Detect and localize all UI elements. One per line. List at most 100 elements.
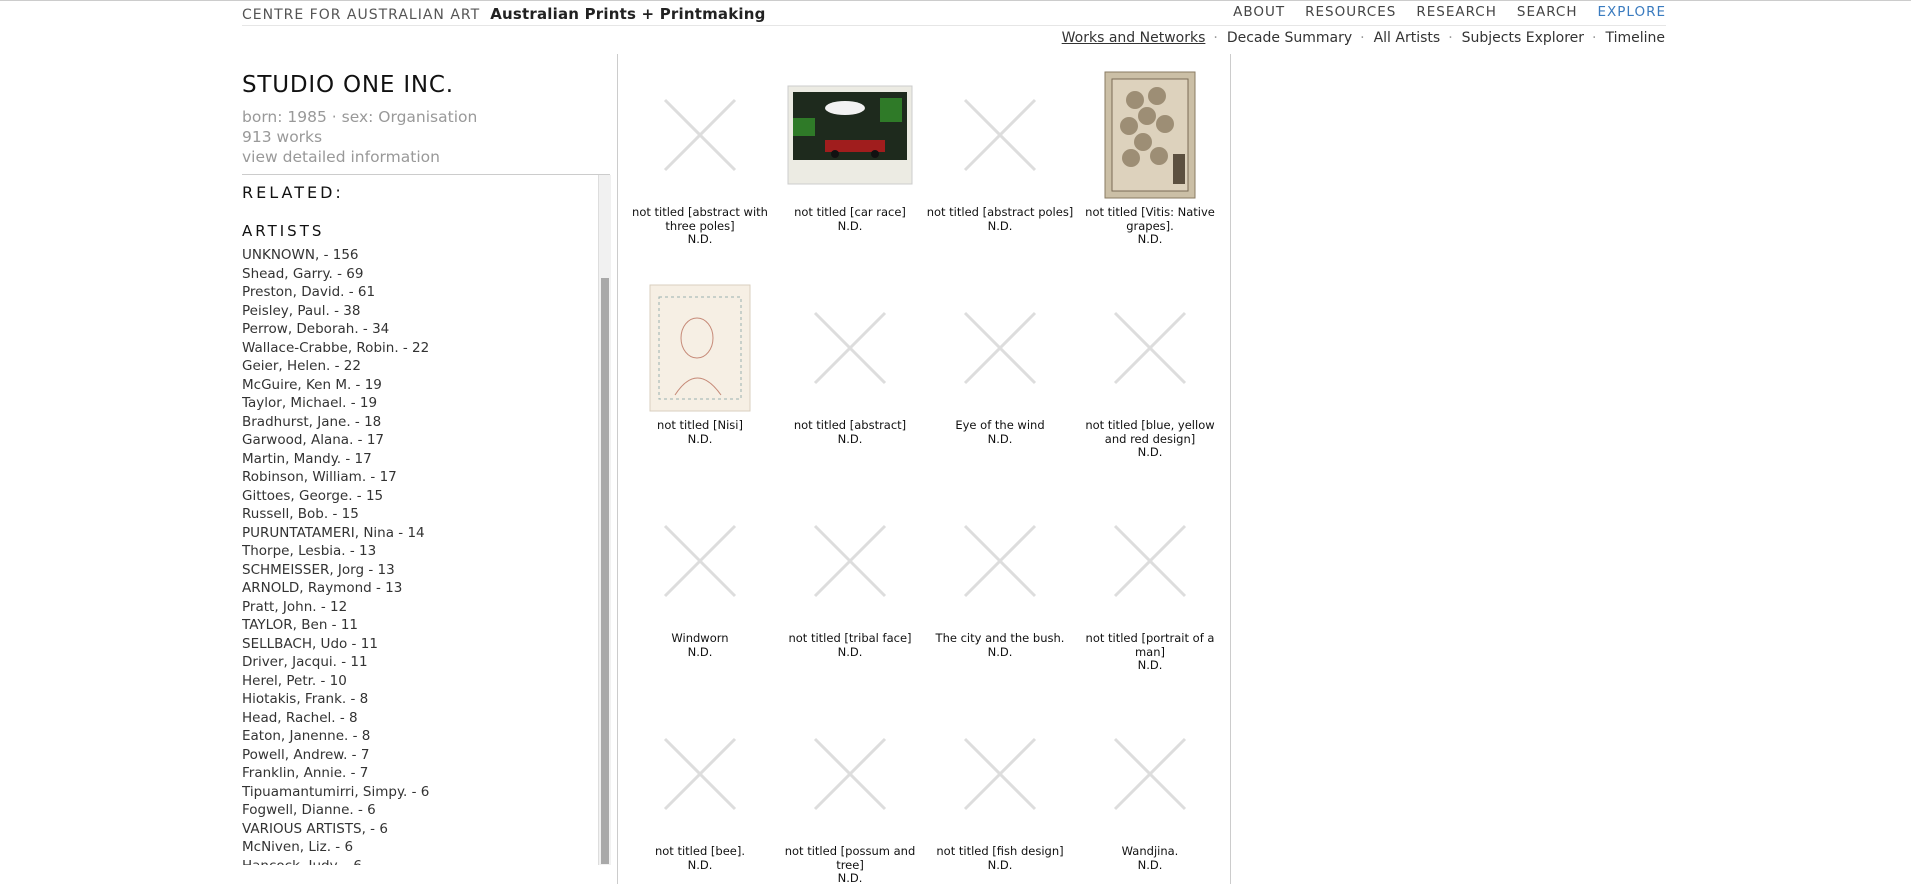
related-artist-item[interactable]: VARIOUS ARTISTS, - 6	[242, 820, 429, 839]
related-artist-item[interactable]: Thorpe, Lesbia. - 13	[242, 542, 429, 561]
related-artist-item[interactable]: Garwood, Alana. - 17	[242, 431, 429, 450]
related-artist-item[interactable]: TAYLOR, Ben - 11	[242, 616, 429, 635]
related-artist-item[interactable]: Franklin, Annie. - 7	[242, 764, 429, 783]
scrollbar-thumb[interactable]	[601, 278, 609, 864]
related-artist-item[interactable]: Tipuamantumirri, Simpy. - 6	[242, 783, 429, 802]
scrollbar-track-upper[interactable]	[601, 175, 609, 278]
work-title[interactable]: Windworn	[625, 631, 775, 646]
related-artist-item[interactable]: Hancock, Judy. - 6	[242, 857, 429, 866]
related-artist-item[interactable]: Eaton, Janenne. - 8	[242, 727, 429, 746]
top-nav-explore[interactable]: EXPLORE	[1598, 4, 1667, 20]
related-panel[interactable]: RELATED: ARTISTS UNKNOWN, - 156 Shead, Ga…	[242, 175, 598, 865]
work-thumbnail[interactable]	[785, 70, 915, 200]
related-artist-item[interactable]: Fogwell, Dianne. - 6	[242, 801, 429, 820]
work-title[interactable]: not titled [Nisi]	[625, 418, 775, 433]
work-card[interactable]: not titled [portrait of a man] N.D.	[1075, 496, 1225, 673]
related-artist-item[interactable]: Driver, Jacqui. - 11	[242, 653, 429, 672]
related-artist-item[interactable]: ARNOLD, Raymond - 13	[242, 579, 429, 598]
related-artist-item[interactable]: Taylor, Michael. - 19	[242, 394, 429, 413]
work-thumbnail[interactable]	[935, 496, 1065, 626]
work-title[interactable]: not titled [abstract poles]	[925, 205, 1075, 220]
subnav-all-artists[interactable]: All Artists	[1374, 30, 1441, 46]
work-thumbnail[interactable]	[935, 709, 1065, 839]
top-nav-search[interactable]: SEARCH	[1517, 4, 1578, 20]
related-scrollbar[interactable]	[598, 175, 611, 865]
work-thumbnail[interactable]	[1085, 496, 1215, 626]
work-date: N.D.	[837, 431, 863, 446]
work-thumbnail[interactable]	[935, 70, 1065, 200]
related-artist-item[interactable]: Preston, David. - 61	[242, 283, 429, 302]
work-card[interactable]: not titled [blue, yellow and red design]…	[1075, 283, 1225, 460]
work-date: N.D.	[1137, 857, 1163, 872]
work-thumbnail[interactable]	[635, 70, 765, 200]
work-card[interactable]: not titled [car race] N.D.	[775, 70, 925, 233]
work-card[interactable]: not titled [Nisi] N.D.	[625, 283, 775, 446]
view-details-link[interactable]: view detailed information	[242, 147, 477, 167]
subnav-timeline[interactable]: Timeline	[1605, 30, 1665, 46]
related-artist-item[interactable]: Pratt, John. - 12	[242, 598, 429, 617]
related-artist-item[interactable]: Wallace-Crabbe, Robin. - 22	[242, 339, 429, 358]
work-title[interactable]: not titled [abstract]	[775, 418, 925, 433]
work-title[interactable]: Eye of the wind	[925, 418, 1075, 433]
work-card[interactable]: not titled [Vitis: Native grapes]. N.D.	[1075, 70, 1225, 247]
top-nav-research[interactable]: RESEARCH	[1416, 4, 1497, 20]
work-card[interactable]: not titled [possum and tree] N.D.	[775, 709, 925, 886]
work-thumbnail[interactable]	[1085, 283, 1215, 413]
related-artist-item[interactable]: Perrow, Deborah. - 34	[242, 320, 429, 339]
related-artist-item[interactable]: Gittoes, George. - 15	[242, 487, 429, 506]
top-nav-resources[interactable]: RESOURCES	[1305, 4, 1396, 20]
work-thumbnail[interactable]	[635, 283, 765, 413]
work-thumbnail[interactable]	[1085, 70, 1215, 200]
work-card[interactable]: not titled [abstract] N.D.	[775, 283, 925, 446]
work-title[interactable]: not titled [tribal face]	[775, 631, 925, 646]
work-title[interactable]: not titled [possum and tree]	[775, 844, 925, 872]
top-nav-about[interactable]: ABOUT	[1233, 4, 1285, 20]
work-thumbnail[interactable]	[635, 496, 765, 626]
work-thumbnail[interactable]	[785, 709, 915, 839]
work-card[interactable]: Windworn N.D.	[625, 496, 775, 659]
work-card[interactable]: not titled [abstract with three poles] N.…	[625, 70, 775, 247]
related-artist-item[interactable]: Peisley, Paul. - 38	[242, 302, 429, 321]
work-card[interactable]: not titled [bee]. N.D.	[625, 709, 775, 872]
related-artist-item[interactable]: SELLBACH, Udo - 11	[242, 635, 429, 654]
related-artist-item[interactable]: Robinson, William. - 17	[242, 468, 429, 487]
work-title[interactable]: not titled [abstract with three poles]	[625, 205, 775, 233]
related-artist-item[interactable]: Herel, Petr. - 10	[242, 672, 429, 691]
work-thumbnail[interactable]	[935, 283, 1065, 413]
related-artist-item[interactable]: McGuire, Ken M. - 19	[242, 376, 429, 395]
work-card[interactable]: The city and the bush. N.D.	[925, 496, 1075, 659]
site-brand[interactable]: CENTRE FOR AUSTRALIAN ART Australian Prin…	[242, 4, 766, 23]
related-artist-item[interactable]: Bradhurst, Jane. - 18	[242, 413, 429, 432]
related-artist-item[interactable]: UNKNOWN, - 156	[242, 246, 429, 265]
subnav-works-and-networks[interactable]: Works and Networks	[1062, 30, 1206, 46]
related-artist-item[interactable]: Powell, Andrew. - 7	[242, 746, 429, 765]
work-title[interactable]: not titled [fish design]	[925, 844, 1075, 859]
subnav-decade-summary[interactable]: Decade Summary	[1227, 30, 1352, 46]
work-title[interactable]: The city and the bush.	[925, 631, 1075, 646]
work-title[interactable]: not titled [Vitis: Native grapes].	[1075, 205, 1225, 233]
related-artist-item[interactable]: Head, Rachel. - 8	[242, 709, 429, 728]
work-title[interactable]: not titled [car race]	[775, 205, 925, 220]
work-thumbnail[interactable]	[1085, 709, 1215, 839]
work-card[interactable]: Eye of the wind N.D.	[925, 283, 1075, 446]
work-thumbnail[interactable]	[785, 496, 915, 626]
work-card[interactable]: not titled [tribal face] N.D.	[775, 496, 925, 659]
work-thumbnail[interactable]	[635, 709, 765, 839]
related-artist-item[interactable]: Geier, Helen. - 22	[242, 357, 429, 376]
related-artist-item[interactable]: McNiven, Liz. - 6	[242, 838, 429, 857]
related-artist-item[interactable]: Russell, Bob. - 15	[242, 505, 429, 524]
related-artist-item[interactable]: Martin, Mandy. - 17	[242, 450, 429, 469]
related-artist-item[interactable]: Hiotakis, Frank. - 8	[242, 690, 429, 709]
related-artist-item[interactable]: Shead, Garry. - 69	[242, 265, 429, 284]
related-artist-item[interactable]: SCHMEISSER, Jorg - 13	[242, 561, 429, 580]
related-artist-item[interactable]: PURUNTATAMERI, Nina - 14	[242, 524, 429, 543]
work-title[interactable]: Wandjina.	[1075, 844, 1225, 859]
work-title[interactable]: not titled [bee].	[625, 844, 775, 859]
work-thumbnail[interactable]	[785, 283, 915, 413]
work-title[interactable]: not titled [portrait of a man]	[1075, 631, 1225, 659]
work-card[interactable]: not titled [fish design] N.D.	[925, 709, 1075, 872]
work-title[interactable]: not titled [blue, yellow and red design]	[1075, 418, 1225, 446]
work-card[interactable]: not titled [abstract poles] N.D.	[925, 70, 1075, 233]
work-card[interactable]: Wandjina. N.D.	[1075, 709, 1225, 872]
subnav-subjects-explorer[interactable]: Subjects Explorer	[1462, 30, 1584, 46]
